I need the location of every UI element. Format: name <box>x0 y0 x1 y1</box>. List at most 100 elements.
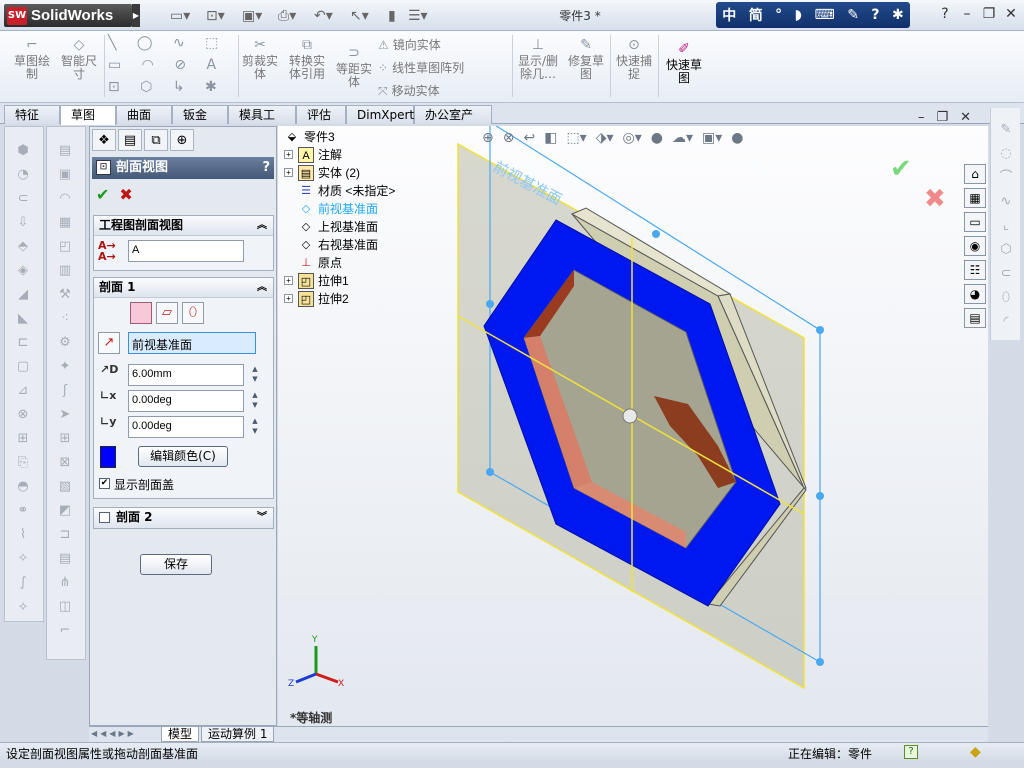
solidworks-resources-icon[interactable]: ⌂ <box>964 164 986 184</box>
tree-item-extrude1[interactable]: + ◰ 拉伸1 <box>284 272 395 290</box>
reference-geometry-icon[interactable]: ⟡ <box>15 599 31 615</box>
tab-sheet-metal[interactable]: 钣金 <box>172 105 228 124</box>
tag-icon[interactable]: ◆ <box>970 744 981 760</box>
rotate-y-spinner[interactable]: ▲ ▼ <box>248 416 262 438</box>
stack-icon[interactable]: ▤ <box>57 143 73 159</box>
rotate-y-input[interactable]: 0.00deg <box>128 416 244 438</box>
help-button[interactable]: ? <box>938 6 952 22</box>
view-settings-icon[interactable]: ▣▾ <box>702 130 722 146</box>
tree-item-annotations[interactable]: + A 注解 <box>284 146 395 164</box>
hole-icon[interactable]: ⊗ <box>15 407 31 423</box>
file-explorer-icon[interactable]: ▭ <box>964 212 986 232</box>
fastener-icon[interactable]: ⚙ <box>57 335 73 351</box>
ime-help-icon[interactable]: ? <box>871 7 879 23</box>
expand-icon[interactable]: + <box>284 276 293 285</box>
sketch-button[interactable]: ⌐ 草图绘制 <box>10 37 54 81</box>
status-help-button[interactable]: ? <box>904 745 918 759</box>
save-icon[interactable]: ▣▾ <box>242 6 262 26</box>
plane-handle[interactable] <box>816 658 824 666</box>
rotate-handle-icon[interactable] <box>622 408 638 424</box>
save-button[interactable]: 保存 <box>140 554 212 575</box>
apply-scene-icon[interactable]: ☁▾ <box>672 130 693 146</box>
tree-item-solid-bodies[interactable]: + ▤ 实体 (2) <box>284 164 395 182</box>
expand-icon[interactable]: + <box>284 168 293 177</box>
slot-icon[interactable]: ▥ <box>57 263 73 279</box>
sweep-icon[interactable]: ⊂ <box>15 191 31 207</box>
curve-surface-icon[interactable]: ◠ <box>57 191 73 207</box>
section-color-swatch[interactable] <box>100 446 116 468</box>
sketch-tools-row-2[interactable]: ▭ ◠ ⊘ A <box>108 57 224 73</box>
tree-item-origin[interactable]: ⊥ 原点 <box>284 254 395 272</box>
edit-color-button[interactable]: 编辑颜色(C) <box>138 446 228 467</box>
box-icon[interactable]: ▣ <box>57 167 73 183</box>
plane-top-icon[interactable]: ▱ <box>156 302 178 324</box>
shell-icon[interactable]: ▢ <box>15 359 31 375</box>
tree-item-front-plane[interactable]: ◇ 前视基准面 <box>284 200 395 218</box>
block-icon[interactable]: ▦ <box>57 215 73 231</box>
split-icon[interactable]: ⋔ <box>57 575 73 591</box>
wand-icon[interactable]: ✦ <box>57 359 73 375</box>
select-icon[interactable]: ↖▾ <box>350 6 369 26</box>
new-document-icon[interactable]: ▭▾ <box>170 6 190 26</box>
scale-icon[interactable]: ✧ <box>15 551 31 567</box>
plane-handle[interactable] <box>486 300 494 308</box>
undo-icon[interactable]: ↶▾ <box>314 6 333 26</box>
ime-fullwidth-icon[interactable]: ° <box>775 7 782 23</box>
ime-moon-icon[interactable]: ◗ <box>795 7 802 23</box>
view-palette-icon[interactable]: ☷ <box>964 260 986 280</box>
rebuild-icon[interactable]: ▮ <box>388 6 396 26</box>
menu-arrow-icon[interactable]: ▶ <box>132 4 140 27</box>
revolve-icon[interactable]: ◔ <box>15 167 31 183</box>
weld-icon[interactable]: ◩ <box>57 503 73 519</box>
cut-revolve-icon[interactable]: ◈ <box>15 263 31 279</box>
tab-surfaces[interactable]: 曲面 <box>116 105 172 124</box>
group-header[interactable]: 工程图剖面视图 ︽ <box>94 216 273 236</box>
minimize-button[interactable]: – <box>960 6 974 22</box>
dimxpert-manager-tab-icon[interactable]: ⊕ <box>170 129 194 151</box>
offset-entities-button[interactable]: ⊃ 等距实体 <box>334 45 374 89</box>
draft-icon[interactable]: ⊿ <box>15 383 31 399</box>
pattern-icon[interactable]: ⊞ <box>15 431 31 447</box>
tab-motion-study[interactable]: 运动算例 1 <box>201 727 275 742</box>
view-orientation-icon[interactable]: ⬚▾ <box>566 130 586 146</box>
section-view-icon[interactable]: ◧ <box>544 130 557 146</box>
bracket-icon[interactable]: ⊐ <box>57 527 73 543</box>
display-style-icon[interactable]: ⬗▾ <box>596 130 614 146</box>
grid-icon[interactable]: ⊞ <box>57 431 73 447</box>
rotate-x-input[interactable]: 0.00deg <box>128 390 244 412</box>
ime-chinese-icon[interactable]: 中 <box>722 5 736 25</box>
flex-icon[interactable]: ⌇ <box>15 527 31 543</box>
tab-dimxpert[interactable]: DimXpert <box>346 105 414 124</box>
extrude-boss-icon[interactable]: ⬢ <box>15 143 31 159</box>
tool-icon[interactable]: ⚒ <box>57 287 73 303</box>
show-section-cap-checkbox[interactable]: ✔ <box>99 478 110 489</box>
arc-tool-icon[interactable]: ⌒ <box>998 170 1014 186</box>
hook-icon[interactable]: ʃ <box>57 383 73 399</box>
dome-icon[interactable]: ◓ <box>15 479 31 495</box>
edit-appearance-icon[interactable]: ● <box>651 130 663 146</box>
rib-icon[interactable]: ⊏ <box>15 335 31 351</box>
cut-extrude-icon[interactable]: ⬘ <box>15 239 31 255</box>
zoom-to-area-icon[interactable]: ⊗ <box>503 130 515 146</box>
x-box-icon[interactable]: ⊠ <box>57 455 73 471</box>
expand-icon[interactable]: + <box>284 150 293 159</box>
tab-sketch[interactable]: 草图 <box>60 105 116 125</box>
sheet-icon[interactable]: ▧ <box>57 479 73 495</box>
tab-evaluate[interactable]: 评估 <box>296 105 346 124</box>
fillet-tool-icon[interactable]: ◜ <box>998 314 1014 330</box>
solidworks-logo[interactable]: SW SolidWorks <box>4 4 132 27</box>
group-header[interactable]: 剖面 1 ︽ <box>94 278 273 298</box>
collapse-chevron-icon[interactable]: ︽ <box>257 216 267 235</box>
restore-button[interactable]: ❐ <box>982 6 996 22</box>
confirm-ok-icon[interactable]: ✔ <box>890 154 912 184</box>
section-2-checkbox[interactable] <box>99 512 110 523</box>
hide-show-items-icon[interactable]: ◎▾ <box>623 130 642 146</box>
plane-front-icon[interactable] <box>130 302 152 324</box>
ok-check-icon[interactable]: ✔ <box>96 185 109 204</box>
print-icon[interactable]: ⎙▾ <box>278 6 296 26</box>
zoom-to-fit-icon[interactable]: ⊕ <box>482 130 494 146</box>
plane-right-icon[interactable]: ⬯ <box>182 302 204 324</box>
corner-tool-icon[interactable]: ⌞ <box>998 218 1014 234</box>
move-entities-button[interactable]: ⤧ 移动实体 <box>378 82 440 99</box>
corner-icon[interactable]: ⌐ <box>57 623 73 639</box>
